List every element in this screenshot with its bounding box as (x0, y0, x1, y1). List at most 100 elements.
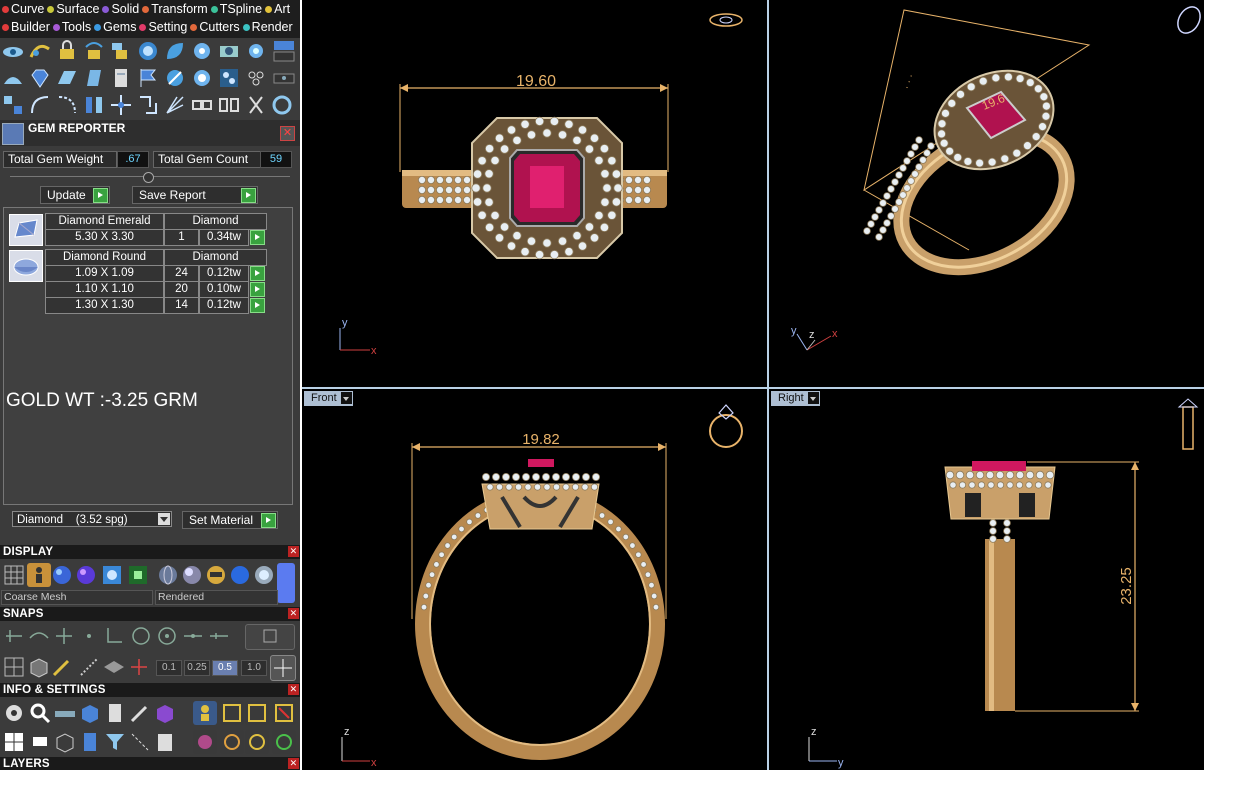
sparkle-icon[interactable] (190, 66, 214, 90)
magnifier-icon[interactable] (28, 701, 52, 725)
display-panel-header[interactable]: DISPLAY ✕ (0, 545, 300, 559)
snap-point-icon[interactable] (77, 624, 101, 648)
arc-tool-icon[interactable] (1, 66, 25, 90)
eye-tool-icon[interactable] (1, 39, 25, 63)
clipboard-icon[interactable] (153, 730, 177, 754)
pencil-icon[interactable] (50, 655, 74, 679)
lock-surface-icon[interactable] (109, 39, 133, 63)
snap-line-icon[interactable] (207, 624, 231, 648)
grid-snap-icon[interactable] (2, 655, 26, 679)
top-viewport[interactable]: 19.60 y x (302, 0, 767, 387)
menu-builder[interactable]: Builder (2, 18, 50, 36)
glossy-sphere-icon[interactable] (180, 563, 204, 587)
perspective-view-nav-icon[interactable] (1173, 3, 1204, 37)
view-layout-icon[interactable] (272, 39, 296, 63)
right-view-selector[interactable]: Right (771, 391, 820, 406)
front-view-nav-icon[interactable] (709, 404, 743, 448)
delete-icon[interactable] (272, 701, 296, 725)
monitor-icon[interactable] (28, 730, 52, 754)
splitter-handle[interactable] (143, 172, 154, 183)
render-mode-select[interactable]: Rendered (155, 590, 278, 605)
snap-end-icon[interactable] (2, 624, 26, 648)
axis-snap-icon[interactable] (127, 655, 151, 679)
surface-icon[interactable] (82, 66, 106, 90)
split-link-icon[interactable] (217, 93, 241, 117)
front-viewport[interactable]: 19.82 z x (302, 389, 767, 770)
shaded-sphere-icon[interactable] (50, 563, 74, 587)
snap-step-1.0[interactable]: 1.0 (241, 660, 267, 676)
menu-transform[interactable]: Transform (142, 0, 208, 18)
save-report-button[interactable]: Save Report (132, 186, 258, 204)
update-button[interactable]: Update (40, 186, 110, 204)
snap-cross-icon[interactable] (52, 624, 76, 648)
gold-sphere-icon[interactable] (204, 563, 228, 587)
snap-step-0.1[interactable]: 0.1 (156, 660, 182, 676)
chrome-sphere-icon[interactable] (252, 563, 276, 587)
gear-settings-icon[interactable] (190, 39, 214, 63)
menu-cutters[interactable]: Cutters (190, 18, 240, 36)
purple-cube-icon[interactable] (153, 701, 177, 725)
menu-surface[interactable]: Surface (47, 0, 99, 18)
wireframe-grid-icon[interactable] (2, 563, 26, 587)
snap-search-icon[interactable] (245, 624, 295, 650)
filter-icon[interactable] (103, 730, 127, 754)
gem-row-select-button[interactable] (250, 282, 265, 297)
dotted-grid-icon[interactable] (77, 655, 101, 679)
edit-icon[interactable] (128, 701, 152, 725)
book-icon[interactable] (78, 730, 102, 754)
perspective-viewport[interactable]: · · · 19.6 y z x (769, 0, 1204, 387)
snaps-close-icon[interactable]: ✕ (288, 608, 299, 619)
snap-perp-icon[interactable] (102, 624, 126, 648)
snap-center-icon[interactable] (155, 624, 179, 648)
plane-icon[interactable] (55, 66, 79, 90)
gold-target-icon[interactable] (245, 730, 269, 754)
menu-tools[interactable]: Tools (52, 18, 91, 36)
right-view-nav-icon[interactable] (1177, 398, 1199, 450)
front-view-selector[interactable]: Front (304, 391, 353, 406)
grid-toggle-icon[interactable] (270, 655, 296, 681)
green-layout-icon[interactable] (126, 563, 150, 587)
gem-array-icon[interactable] (217, 66, 241, 90)
box-snap-icon[interactable] (27, 655, 51, 679)
info-settings-close-icon[interactable]: ✕ (288, 684, 299, 695)
import-icon[interactable] (220, 701, 244, 725)
layers-close-icon[interactable]: ✕ (288, 758, 299, 769)
curve-tool-icon[interactable] (28, 39, 52, 63)
menu-tspline[interactable]: TSpline (210, 0, 262, 18)
plane-snap-icon[interactable] (102, 655, 126, 679)
split-icon[interactable] (82, 93, 106, 117)
fan-icon[interactable] (163, 93, 187, 117)
diamond-icon[interactable] (28, 66, 52, 90)
menu-solid[interactable]: Solid (102, 0, 139, 18)
menu-art[interactable]: Art (265, 0, 290, 18)
user-pin-icon[interactable] (193, 701, 217, 725)
purple-sphere-icon[interactable] (74, 563, 98, 587)
material-select[interactable]: Diamond (3.52 spg) (12, 511, 172, 527)
gem-row-select-button[interactable] (250, 298, 265, 313)
wire-cube-icon[interactable] (53, 730, 77, 754)
camera-icon[interactable] (217, 39, 241, 63)
fillet-icon[interactable] (55, 93, 79, 117)
layers-panel-header[interactable]: LAYERS ✕ (0, 757, 300, 770)
snap-tangent-icon[interactable] (181, 624, 205, 648)
export-icon[interactable] (245, 701, 269, 725)
flower-pattern-icon[interactable] (244, 66, 268, 90)
trim-icon[interactable] (244, 93, 268, 117)
pink-target-icon[interactable] (193, 730, 217, 754)
report-icon[interactable] (103, 701, 127, 725)
view-single-icon[interactable] (272, 66, 296, 90)
rendered-view-icon[interactable] (100, 563, 124, 587)
cube-info-icon[interactable] (78, 701, 102, 725)
menu-render[interactable]: Render (242, 18, 293, 36)
leaf-shape-icon[interactable] (163, 39, 187, 63)
link-icon[interactable] (190, 93, 214, 117)
snap-step-0.5-active[interactable]: 0.5 (212, 660, 238, 676)
gem-pattern-icon[interactable] (136, 39, 160, 63)
circle-icon[interactable] (270, 93, 294, 117)
scatter-icon[interactable] (128, 730, 152, 754)
figure-display-icon[interactable] (27, 563, 51, 587)
snap-quad-icon[interactable] (129, 624, 153, 648)
snap-step-0.25[interactable]: 0.25 (184, 660, 210, 676)
move-icon[interactable] (109, 93, 133, 117)
menu-gems[interactable]: Gems (94, 18, 136, 36)
